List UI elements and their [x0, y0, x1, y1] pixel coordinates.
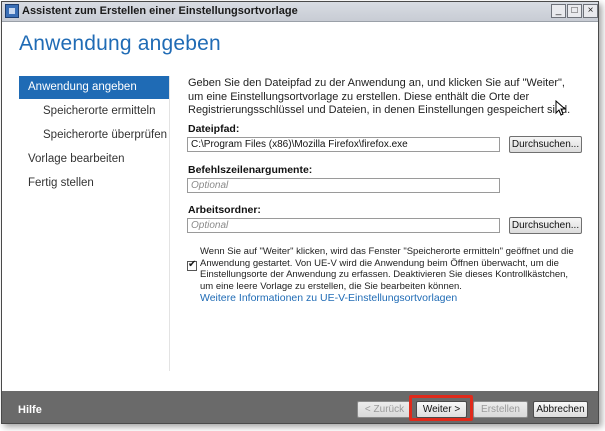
help-link[interactable]: Hilfe [18, 404, 42, 416]
browse-path-button[interactable]: Durchsuchen... [509, 136, 582, 153]
title-bar: Assistent zum Erstellen einer Einstellun… [2, 2, 598, 22]
nav-item-speicherorte-ermitteln[interactable]: Speicherorte ermitteln [19, 100, 169, 123]
info-link[interactable]: Weitere Informationen zu UE-V-Einstellun… [200, 292, 457, 304]
wizard-window: Assistent zum Erstellen einer Einstellun… [1, 1, 599, 424]
args-input[interactable]: Optional [187, 178, 500, 193]
browse-workdir-button[interactable]: Durchsuchen... [509, 217, 582, 234]
nav-item-fertig-stellen[interactable]: Fertig stellen [19, 172, 169, 195]
nav-item-vorlage-bearbeiten[interactable]: Vorlage bearbeiten [19, 148, 169, 171]
intro-text: Geben Sie den Dateipfad zu der Anwendung… [188, 77, 571, 116]
close-button[interactable]: × [583, 4, 598, 18]
checkbox-description: Wenn Sie auf "Weiter" klicken, wird das … [200, 246, 574, 292]
checkmark-icon: ✔ [188, 259, 197, 270]
footer-bar: Hilfe < Zurück Weiter > Erstellen Abbrec… [2, 391, 598, 423]
path-input[interactable]: C:\Program Files (x86)\Mozilla Firefox\f… [187, 137, 500, 152]
nav-item-anwendung-angeben[interactable]: Anwendung angeben [19, 76, 169, 99]
next-button-highlight [409, 395, 473, 421]
path-label: Dateipfad: [188, 123, 240, 135]
mouse-cursor-icon [555, 100, 567, 116]
launch-app-checkbox[interactable]: ✔ [187, 259, 197, 271]
minimize-button[interactable]: _ [551, 4, 566, 18]
nav-item-speicherorte-ueberpruefen[interactable]: Speicherorte überprüfen [19, 124, 169, 147]
workdir-label: Arbeitsordner: [188, 204, 261, 216]
workdir-input[interactable]: Optional [187, 218, 500, 233]
page-title: Anwendung angeben [19, 32, 221, 55]
create-button[interactable]: Erstellen [473, 401, 528, 418]
window-title: Assistent zum Erstellen einer Einstellun… [22, 5, 298, 17]
maximize-button[interactable]: □ [567, 4, 582, 18]
back-button[interactable]: < Zurück [357, 401, 412, 418]
cancel-button[interactable]: Abbrechen [533, 401, 588, 418]
wizard-nav: Anwendung angeben Speicherorte ermitteln… [19, 76, 170, 371]
app-icon [5, 4, 19, 18]
args-label: Befehlszeilenargumente: [188, 164, 313, 176]
